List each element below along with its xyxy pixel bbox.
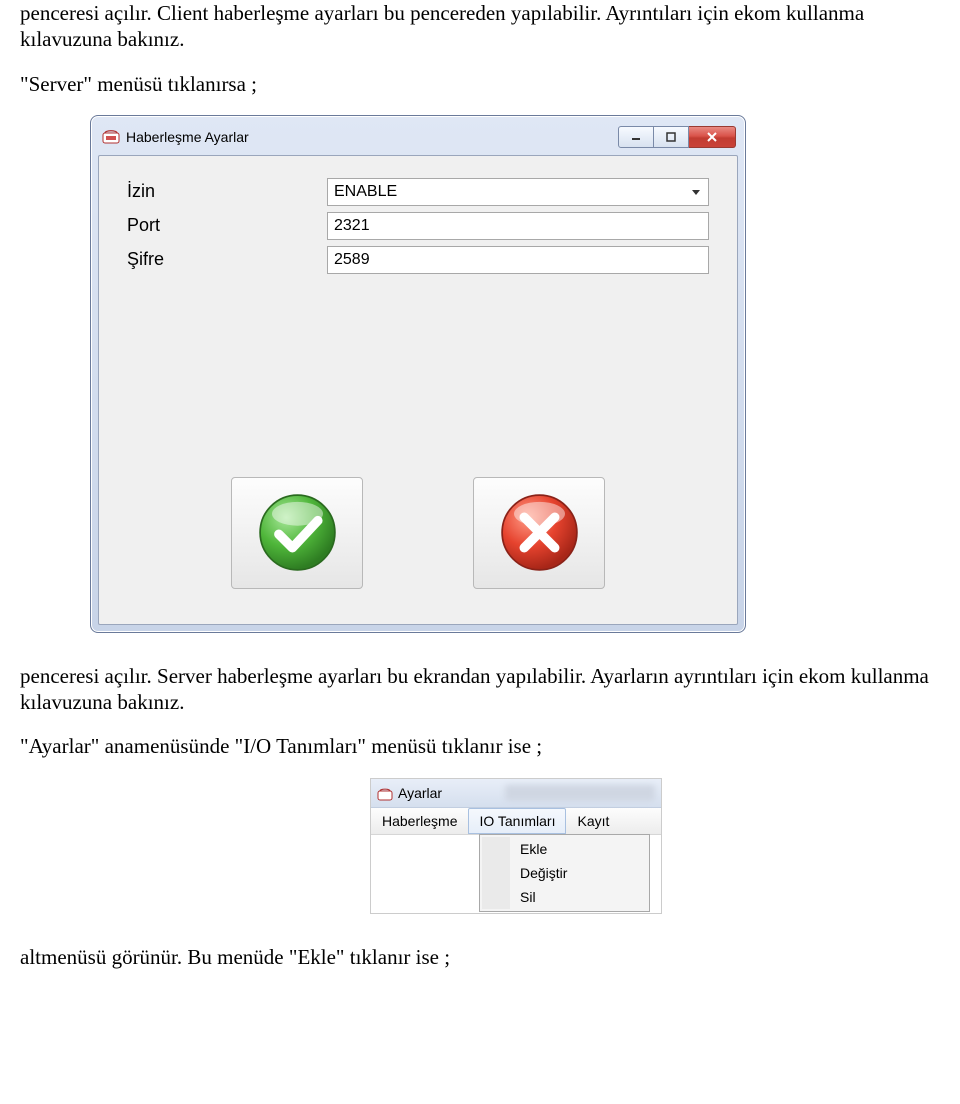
window-ayarlar-menu: Ayarlar Haberleşme IO Tanımları Kayıt Ek… bbox=[370, 778, 662, 914]
window-haberlesme-ayarlar: Haberleşme Ayarlar İzin ENABLE Port bbox=[90, 115, 746, 633]
dropdown-io-tanimlari: Ekle Değiştir Sil bbox=[479, 834, 650, 912]
titlebar: Haberleşme Ayarlar bbox=[98, 123, 738, 155]
body-paragraph-4: "Ayarlar" anamenüsünde "I/O Tanımları" m… bbox=[20, 733, 940, 759]
field-row-izin: İzin ENABLE bbox=[127, 178, 709, 206]
maximize-button[interactable] bbox=[654, 126, 689, 148]
body-paragraph-1: penceresi açılır. Client haberleşme ayar… bbox=[20, 0, 940, 53]
label-izin: İzin bbox=[127, 181, 327, 202]
window-title: Ayarlar bbox=[398, 785, 499, 801]
ok-button[interactable] bbox=[231, 477, 363, 589]
close-button[interactable] bbox=[689, 126, 736, 148]
menu-io-tanimlari[interactable]: IO Tanımları bbox=[468, 808, 566, 834]
menu-strip: Haberleşme IO Tanımları Kayıt bbox=[371, 808, 661, 835]
input-sifre[interactable]: 2589 bbox=[327, 246, 709, 274]
dropdown-item-ekle[interactable]: Ekle bbox=[510, 837, 647, 861]
field-row-port: Port 2321 bbox=[127, 212, 709, 240]
label-port: Port bbox=[127, 215, 327, 236]
field-row-sifre: Şifre 2589 bbox=[127, 246, 709, 274]
body-paragraph-2: "Server" menüsü tıklanırsa ; bbox=[20, 71, 940, 97]
window-title: Haberleşme Ayarlar bbox=[126, 129, 618, 145]
label-sifre: Şifre bbox=[127, 249, 327, 270]
app-icon bbox=[102, 128, 120, 146]
body-paragraph-5: altmenüsü görünür. Bu menüde "Ekle" tıkl… bbox=[20, 944, 940, 970]
input-port[interactable]: 2321 bbox=[327, 212, 709, 240]
client-area: İzin ENABLE Port 2321 Şifre 2589 bbox=[98, 155, 738, 625]
cancel-button[interactable] bbox=[473, 477, 605, 589]
app-icon bbox=[377, 785, 393, 801]
dropdown-item-degistir[interactable]: Değiştir bbox=[510, 861, 647, 885]
menu-haberlesme[interactable]: Haberleşme bbox=[371, 808, 468, 834]
combo-izin[interactable]: ENABLE bbox=[327, 178, 709, 206]
body-paragraph-3: penceresi açılır. Server haberleşme ayar… bbox=[20, 663, 940, 716]
dialog-button-row bbox=[99, 477, 737, 589]
title-blur bbox=[505, 785, 655, 801]
dropdown-item-sil[interactable]: Sil bbox=[510, 885, 647, 909]
menu-kayit[interactable]: Kayıt bbox=[566, 808, 620, 834]
minimize-button[interactable] bbox=[618, 126, 654, 148]
titlebar: Ayarlar bbox=[371, 779, 661, 808]
window-controls bbox=[618, 126, 736, 148]
